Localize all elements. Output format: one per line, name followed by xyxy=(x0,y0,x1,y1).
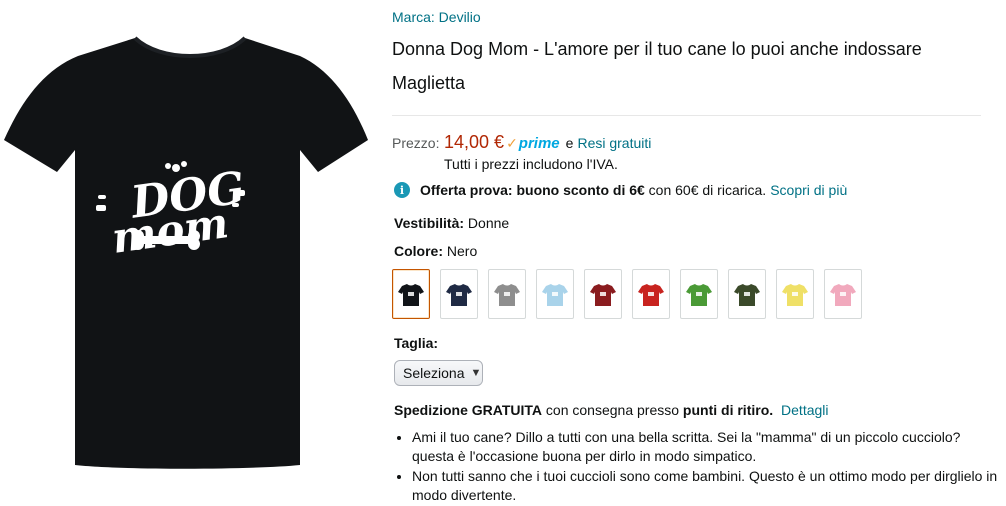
free-returns-link[interactable]: Resi gratuiti xyxy=(577,135,651,151)
offer-text: con 60€ di ricarica. xyxy=(644,182,767,198)
swatch-tshirt-icon xyxy=(542,284,568,306)
and-text: e xyxy=(565,135,574,151)
color-swatch[interactable] xyxy=(440,269,478,319)
shipping-bold-pickup: punti di ritiro. xyxy=(682,402,774,418)
size-label: Taglia: xyxy=(394,335,439,351)
chevron-down-icon: ▼ xyxy=(470,367,482,379)
color-swatch[interactable] xyxy=(392,269,430,319)
color-swatches xyxy=(392,269,872,319)
prime-check-icon: ✓ xyxy=(506,135,518,151)
color-value: Nero xyxy=(446,243,478,259)
swatch-tshirt-icon xyxy=(686,284,712,306)
swatch-tshirt-icon xyxy=(734,284,760,306)
tshirt-image: DOG mom xyxy=(4,36,368,469)
color-swatch[interactable] xyxy=(680,269,718,319)
price-value: 14,00 € xyxy=(444,132,505,152)
feature-bullet: Non tutti sanno che i tuoi cuccioli sono… xyxy=(412,467,1002,505)
feature-bullets: Ami il tuo cane? Dillo a tutti con una b… xyxy=(394,428,1002,506)
swatch-tshirt-icon xyxy=(398,284,424,306)
learn-more-link[interactable]: Scopri di più xyxy=(770,182,847,198)
swatch-tshirt-icon xyxy=(782,284,808,306)
color-swatch[interactable] xyxy=(632,269,670,319)
color-swatch[interactable] xyxy=(584,269,622,319)
price-row: Prezzo: 14,00 € ✓ prime e Resi gratuiti xyxy=(392,132,651,153)
size-selected-value: Seleziona xyxy=(403,365,465,381)
brand-link[interactable]: Marca: Devilio xyxy=(392,9,481,25)
swatch-tshirt-icon xyxy=(638,284,664,306)
color-swatch[interactable] xyxy=(824,269,862,319)
info-icon: i xyxy=(394,182,410,198)
swatch-tshirt-icon xyxy=(446,284,472,306)
fit-label: Vestibilità: xyxy=(394,215,465,231)
fit-value: Donne xyxy=(467,215,510,231)
offer-row: i Offerta prova: buono sconto di 6€ con … xyxy=(394,182,847,198)
offer-bold-text: Offerta prova: buono sconto di 6€ xyxy=(420,182,645,198)
prime-label: prime xyxy=(518,135,560,152)
color-swatch[interactable] xyxy=(776,269,814,319)
prime-badge: ✓ prime xyxy=(506,135,560,152)
shipping-bold: Spedizione GRATUITA xyxy=(394,402,543,418)
color-swatch[interactable] xyxy=(536,269,574,319)
swatch-tshirt-icon xyxy=(590,284,616,306)
price-label: Prezzo: xyxy=(392,135,440,151)
product-image[interactable]: DOG mom xyxy=(0,0,380,499)
vat-note: Tutti i prezzi includono l'IVA. xyxy=(444,156,618,172)
swatch-tshirt-icon xyxy=(494,284,520,306)
shipping-details-link[interactable]: Dettagli xyxy=(781,402,828,418)
color-label: Colore: xyxy=(394,243,443,259)
color-row: Colore: Nero xyxy=(394,243,477,259)
fit-row: Vestibilità: Donne xyxy=(394,215,509,231)
product-title: Donna Dog Mom - L'amore per il tuo cane … xyxy=(392,39,922,93)
swatch-tshirt-icon xyxy=(830,284,856,306)
color-swatch[interactable] xyxy=(488,269,526,319)
size-dropdown[interactable]: Seleziona ▼ xyxy=(394,360,483,386)
shipping-row: Spedizione GRATUITA con consegna presso … xyxy=(394,402,829,418)
feature-bullet: Ami il tuo cane? Dillo a tutti con una b… xyxy=(412,428,1002,466)
divider xyxy=(392,115,981,116)
shipping-text: con consegna presso xyxy=(542,402,683,418)
color-swatch[interactable] xyxy=(728,269,766,319)
